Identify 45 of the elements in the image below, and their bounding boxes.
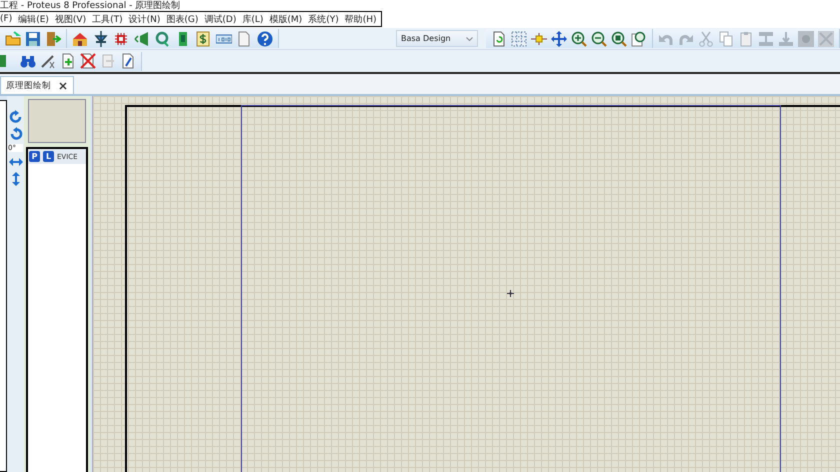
menu-item[interactable]: 帮助(H) xyxy=(344,12,377,26)
window-title: 工程 - Proteus 8 Professional - 原理图绘制 xyxy=(0,0,180,12)
close-icon[interactable] xyxy=(59,82,67,90)
menu-item[interactable]: (F) xyxy=(0,14,12,24)
speaker-icon[interactable] xyxy=(134,30,150,46)
menu-item[interactable]: 图表(G) xyxy=(166,12,198,26)
menu-item[interactable]: 调试(D) xyxy=(204,12,236,26)
design-variant-dropdown[interactable]: Basa Design xyxy=(396,30,478,47)
zoom-in-icon[interactable] xyxy=(571,30,587,46)
menu-item[interactable]: 工具(T) xyxy=(92,12,123,26)
schematic-tab[interactable]: 原理图绘制 xyxy=(0,76,74,94)
zoom-area-icon[interactable] xyxy=(631,30,647,46)
new-sheet-icon[interactable] xyxy=(60,53,76,69)
zoom-fit-icon[interactable] xyxy=(611,30,627,46)
menu-item[interactable]: 库(L) xyxy=(242,12,264,26)
dollar-document-icon[interactable] xyxy=(195,30,211,46)
crosshair-icon[interactable] xyxy=(531,30,547,46)
script-document-icon[interactable] xyxy=(120,53,136,69)
rotate-counterclockwise-icon[interactable] xyxy=(8,127,22,141)
library-button[interactable]: L xyxy=(43,151,54,162)
grid-icon[interactable] xyxy=(511,30,527,46)
rotate-clockwise-icon[interactable] xyxy=(8,110,22,124)
folder-icon[interactable] xyxy=(5,30,21,46)
menu-item[interactable]: 视图(V) xyxy=(54,12,86,26)
caret-icon[interactable] xyxy=(466,36,473,40)
overview-preview xyxy=(28,99,86,143)
menu-item[interactable]: 模版(M) xyxy=(269,12,302,26)
menu-item[interactable]: 编辑(E) xyxy=(18,12,49,26)
help-icon[interactable] xyxy=(256,30,272,46)
library-button[interactable]: P xyxy=(29,151,40,162)
menu-item[interactable]: 设计(N) xyxy=(128,12,160,26)
house-icon[interactable] xyxy=(72,30,88,46)
save-icon[interactable] xyxy=(25,30,41,46)
menu-item[interactable]: 系统(Y) xyxy=(308,12,339,26)
chip-icon[interactable] xyxy=(113,30,129,46)
binoculars-icon[interactable] xyxy=(20,53,36,69)
origin-marker xyxy=(507,290,514,297)
refresh-document-icon[interactable] xyxy=(491,30,507,46)
mirror-horizontal-icon[interactable] xyxy=(8,155,22,169)
delete-sheet-icon[interactable] xyxy=(80,53,96,69)
exit-door-icon[interactable] xyxy=(45,30,61,46)
move-arrows-icon[interactable] xyxy=(551,30,567,46)
diode-icon[interactable] xyxy=(92,30,108,46)
document-icon[interactable] xyxy=(236,30,252,46)
zoom-out-icon[interactable] xyxy=(591,30,607,46)
